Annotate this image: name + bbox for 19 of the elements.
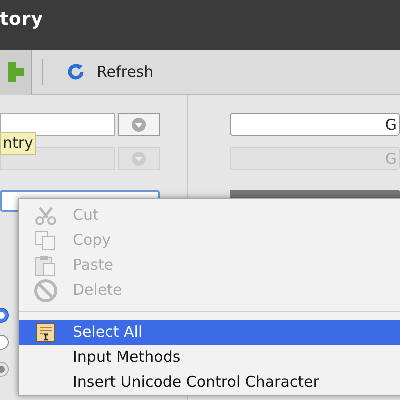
chevron-down-icon: [131, 150, 147, 166]
copy-icon: [34, 230, 58, 250]
clipboard-icon: [34, 254, 58, 276]
add-button[interactable]: [0, 50, 32, 94]
plus-icon: [8, 62, 24, 82]
refresh-button[interactable]: Refresh: [67, 60, 154, 84]
menu-item[interactable]: Insert Unicode Control Character: [19, 370, 400, 395]
menu-item[interactable]: Input Methods: [19, 345, 400, 370]
document-icon: [35, 322, 57, 344]
prohibited-icon: [34, 278, 58, 302]
entry-field[interactable]: [0, 113, 115, 136]
refresh-icon: [67, 63, 85, 81]
dropdown-button[interactable]: [118, 113, 160, 136]
toggle-button[interactable]: G: [230, 113, 400, 136]
chevron-down-icon: [131, 116, 147, 132]
window-title: tory: [0, 9, 44, 30]
scissors-icon: [34, 206, 58, 226]
menu-item[interactable]: Select All: [19, 320, 400, 345]
tooltip: ntry: [0, 132, 36, 155]
